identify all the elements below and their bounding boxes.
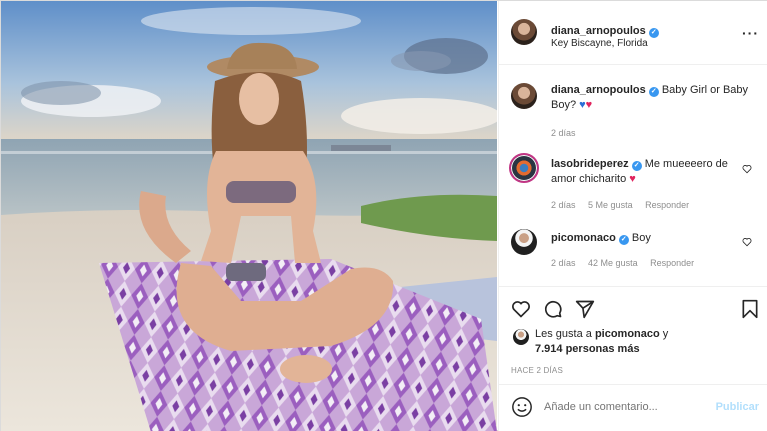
comment-picomonaco: picomonaco ✓ Boy <box>551 231 731 246</box>
likes-user[interactable]: picomonaco <box>595 328 660 340</box>
liker-avatar[interactable] <box>513 329 529 345</box>
like-heart-icon[interactable] <box>511 299 531 319</box>
reply-button[interactable]: Responder <box>650 258 694 268</box>
likes-suffix: y <box>662 328 669 340</box>
caption-age[interactable]: 2 días <box>551 128 576 138</box>
save-bookmark-icon[interactable] <box>741 299 759 319</box>
verified-badge-icon: ✓ <box>631 161 642 171</box>
comment-avatar-picomonaco[interactable] <box>511 229 537 255</box>
comment-age[interactable]: 2 días <box>551 200 576 210</box>
comment-text: Boy <box>631 232 651 244</box>
verified-badge-icon: ✓ <box>618 235 629 245</box>
comment-age[interactable]: 2 días <box>551 258 576 268</box>
comment-username[interactable]: lasobrideperez <box>551 158 629 170</box>
comment-meta: 2 días 42 Me gusta Responder <box>551 258 704 268</box>
like-comment-heart-icon[interactable] <box>742 237 752 247</box>
beach-photo-illustration <box>1 1 497 431</box>
post-details-panel: diana_arnopoulos ✓ Key Biscayne, Florida … <box>498 1 767 431</box>
comment-composer: Publicar <box>499 384 767 431</box>
reply-button[interactable]: Responder <box>645 200 689 210</box>
emoji-smiley-icon[interactable] <box>511 396 533 418</box>
comment-username[interactable]: picomonaco <box>551 232 616 244</box>
author-avatar[interactable] <box>511 19 537 45</box>
comment-bubble-icon[interactable] <box>543 299 563 319</box>
post-header: diana_arnopoulos ✓ Key Biscayne, Florida … <box>499 1 767 65</box>
red-heart-icon: ♥ <box>629 173 636 185</box>
likes-summary: Les gusta a picomonaco y 7.914 personas … <box>535 327 755 357</box>
red-heart-icon: ♥ <box>585 99 593 111</box>
caption-username[interactable]: diana_arnopoulos <box>551 84 646 96</box>
caption-meta: 2 días <box>551 128 586 138</box>
comment-likes[interactable]: 5 Me gusta <box>588 200 633 210</box>
post-location[interactable]: Key Biscayne, Florida <box>551 38 648 49</box>
instagram-post: diana_arnopoulos ✓ Key Biscayne, Florida … <box>0 0 767 431</box>
caption-avatar[interactable] <box>511 83 537 109</box>
likes-others[interactable]: 7.914 personas más <box>535 343 640 355</box>
comment-likes[interactable]: 42 Me gusta <box>588 258 638 268</box>
comment-avatar-lasobrideperez[interactable] <box>509 153 539 183</box>
like-comment-heart-icon[interactable] <box>742 164 752 174</box>
comment-meta: 2 días 5 Me gusta Responder <box>551 200 699 210</box>
publish-button[interactable]: Publicar <box>716 401 759 413</box>
post-actions: Les gusta a picomonaco y 7.914 personas … <box>499 286 767 396</box>
comment-input[interactable] <box>544 401 704 413</box>
share-paper-plane-icon[interactable] <box>575 299 595 319</box>
verified-badge-icon: ✓ <box>648 28 659 38</box>
verified-badge-icon: ✓ <box>648 87 659 97</box>
author-name-row: diana_arnopoulos ✓ <box>551 21 659 39</box>
post-timestamp[interactable]: HACE 2 DÍAS <box>511 366 563 375</box>
caption: diana_arnopoulos ✓ Baby Girl or Baby Boy?… <box>551 83 756 113</box>
author-username[interactable]: diana_arnopoulos <box>551 25 646 37</box>
post-photo[interactable] <box>1 1 497 431</box>
likes-prefix: Les gusta a <box>535 328 592 340</box>
comment-lasobrideperez: lasobrideperez ✓ Me mueeeero de amor chic… <box>551 157 731 187</box>
more-options-icon[interactable]: ··· <box>742 25 759 41</box>
